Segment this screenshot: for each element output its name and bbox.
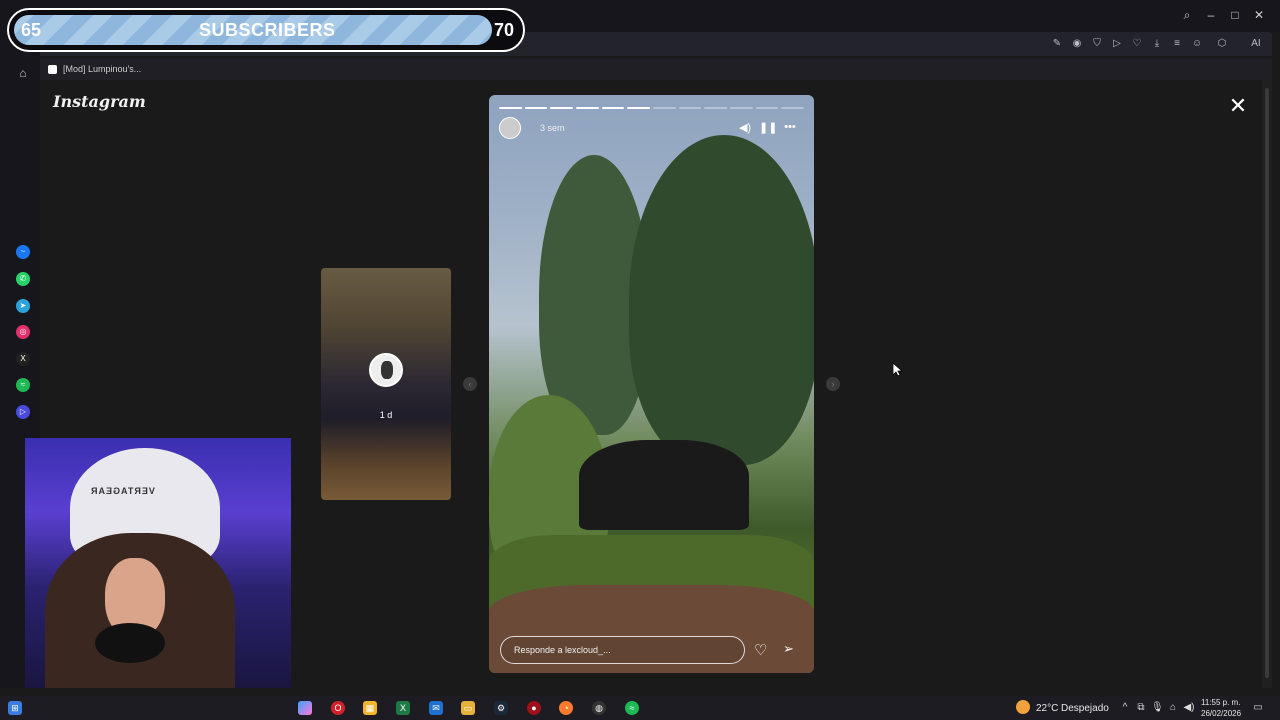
weather-description[interactable]: Despejado xyxy=(1061,703,1109,714)
scrollbar-thumb[interactable] xyxy=(1265,88,1269,678)
subscriber-current-count: 65 xyxy=(21,20,42,40)
story-progress-segment xyxy=(601,107,625,109)
obs-icon[interactable]: ◍ xyxy=(592,701,606,715)
story-progress-segment xyxy=(653,107,676,109)
spotify-taskbar-icon[interactable]: ≈ xyxy=(625,701,639,715)
telegram-icon[interactable]: ➤ xyxy=(16,299,30,313)
subscriber-label: SUBSCRIBERS xyxy=(199,20,336,40)
network-icon[interactable]: ⌂ xyxy=(1167,702,1179,713)
subscriber-goal-count: 70 xyxy=(494,20,515,40)
microphone-icon[interactable]: 🎙 xyxy=(1151,702,1164,713)
share-send-icon[interactable]: ➢ xyxy=(783,641,794,657)
streamer-headset xyxy=(95,623,165,663)
spotify-icon[interactable]: ≈ xyxy=(16,378,30,392)
messenger-icon[interactable]: ~ xyxy=(16,245,30,259)
menu-icon[interactable]: ≡ xyxy=(1170,37,1184,51)
tab-favicon-icon xyxy=(48,64,57,74)
camera-icon[interactable]: ◉ xyxy=(1070,37,1084,51)
tray-app-icon[interactable]: ⧉ xyxy=(1135,702,1147,713)
store-icon[interactable]: ▦ xyxy=(363,701,377,715)
excel-icon[interactable]: X xyxy=(396,701,410,715)
profile-icon[interactable]: ☺ xyxy=(1190,37,1204,51)
previous-story-avatar xyxy=(369,353,403,387)
story-progress-segment xyxy=(755,107,779,109)
minimize-icon[interactable]: – xyxy=(1204,8,1218,22)
previous-story-preview[interactable]: 1 d xyxy=(321,268,451,500)
story-progress-segment xyxy=(704,107,728,109)
player-icon[interactable]: ▷ xyxy=(16,405,30,419)
chair-brand-logo: VERTAGEAR xyxy=(90,486,155,496)
x-icon[interactable]: X xyxy=(16,352,30,366)
story-progress-bar xyxy=(499,107,805,109)
ai-button[interactable]: AI xyxy=(1244,37,1268,51)
story-progress-segment xyxy=(576,107,599,109)
outlook-icon[interactable]: ✉ xyxy=(429,701,443,715)
heart-icon[interactable]: ♡ xyxy=(1130,37,1144,51)
windows-start-icon[interactable]: ⊞ xyxy=(8,701,22,715)
story-progress-segment xyxy=(524,107,548,109)
story-progress-segment xyxy=(550,107,574,109)
story-progress-segment xyxy=(499,107,522,109)
instagram-logo[interactable]: Instagram xyxy=(53,92,146,111)
play-icon[interactable]: ▷ xyxy=(1110,37,1124,51)
story-tree-right xyxy=(629,135,814,465)
opera-icon[interactable]: O xyxy=(331,701,345,715)
volume-tray-icon[interactable]: ◀) xyxy=(1183,702,1195,713)
clock-date[interactable]: 26/02/2026 xyxy=(1201,709,1241,718)
files-icon[interactable]: ▭ xyxy=(461,701,475,715)
home-icon[interactable]: ⌂ xyxy=(16,66,30,80)
copilot-icon[interactable] xyxy=(298,701,312,715)
page-scrollbar[interactable] xyxy=(1262,80,1272,688)
weather-temperature[interactable]: 22°C xyxy=(1036,703,1058,714)
story-time: 3 sem xyxy=(540,123,565,133)
previous-story-time: 1 d xyxy=(379,410,393,420)
edit-icon[interactable]: ✎ xyxy=(1050,37,1064,51)
instagram-icon[interactable]: ◎ xyxy=(16,325,30,339)
close-story-button[interactable]: ✕ xyxy=(1228,95,1248,117)
story-stage xyxy=(579,440,749,530)
story-progress-segment xyxy=(678,107,702,109)
tray-chevron-icon[interactable]: ^ xyxy=(1119,702,1131,713)
current-story[interactable]: 3 sem ◀) ❚❚ ••• Responde a lexcloud_... … xyxy=(489,95,814,673)
search-icon[interactable]: ⌕ xyxy=(1180,8,1194,23)
story-avatar[interactable] xyxy=(499,117,521,139)
webcam-overlay: VERTAGEAR xyxy=(25,438,291,688)
tab-strip: [Mod] Lumpinou's... xyxy=(40,58,1272,80)
story-progress-segment xyxy=(781,107,805,109)
reply-input[interactable]: Responde a lexcloud_... xyxy=(500,636,745,664)
clock-time[interactable]: 11:55 p. m. xyxy=(1201,698,1240,707)
whatsapp-icon[interactable]: ✆ xyxy=(16,272,30,286)
tab-title: [Mod] Lumpinou's... xyxy=(63,64,142,74)
app-icon[interactable]: ● xyxy=(527,701,541,715)
pause-icon[interactable]: ❚❚ xyxy=(759,121,777,134)
weather-icon[interactable] xyxy=(1016,700,1030,714)
story-progress-segment xyxy=(730,107,753,109)
close-window-icon[interactable]: ✕ xyxy=(1252,8,1266,22)
story-progress-segment xyxy=(627,107,651,109)
next-story-arrow-icon[interactable]: › xyxy=(826,377,840,391)
notifications-icon[interactable]: ▭ xyxy=(1252,702,1264,713)
tab-instagram[interactable]: [Mod] Lumpinou's... xyxy=(48,61,141,77)
like-heart-icon[interactable]: ♡ xyxy=(754,641,767,659)
previous-story-arrow-icon[interactable]: ‹ xyxy=(463,377,477,391)
volume-icon[interactable]: ◀) xyxy=(738,121,752,134)
maximize-icon[interactable]: □ xyxy=(1228,8,1242,22)
firefox-icon[interactable]: ◔ xyxy=(559,701,573,715)
more-options-icon[interactable]: ••• xyxy=(783,121,797,133)
download-icon[interactable]: ⤓ xyxy=(1150,37,1164,51)
shield-icon[interactable]: ⛉ xyxy=(1090,37,1104,51)
subscriber-goal-bar: 65 SUBSCRIBERS 70 xyxy=(7,8,525,52)
extension-icon[interactable]: ⬡ xyxy=(1215,37,1229,51)
mouse-cursor-icon xyxy=(893,363,903,377)
steam-icon[interactable]: ⚙ xyxy=(494,701,508,715)
